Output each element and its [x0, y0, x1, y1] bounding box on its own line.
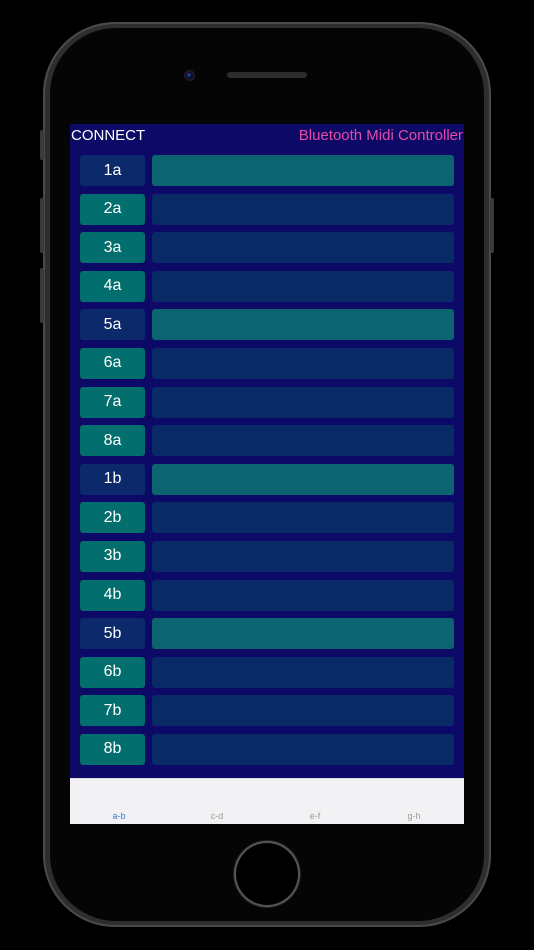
channel-button-2b[interactable]: 2b: [80, 502, 145, 534]
volume-up-button: [40, 198, 44, 253]
channel-button-3a[interactable]: 3a: [80, 232, 145, 264]
app-title: Bluetooth Midi Controller: [298, 127, 463, 144]
volume-down-button: [40, 268, 44, 323]
control-slider-7a[interactable]: [152, 386, 454, 418]
control-slider-2b[interactable]: [152, 502, 454, 534]
channel-button-1b[interactable]: 1b: [80, 463, 145, 495]
channel-button-6b[interactable]: 6b: [80, 656, 145, 688]
control-slider-1a[interactable]: [152, 155, 454, 186]
control-slider-7b[interactable]: [152, 695, 454, 727]
channel-button-4a[interactable]: 4a: [80, 270, 145, 302]
control-slider-4b[interactable]: [152, 579, 454, 611]
power-button: [490, 198, 494, 253]
tab-e-f[interactable]: e-f: [285, 811, 345, 821]
control-slider-8b[interactable]: [152, 733, 454, 765]
control-slider-1b[interactable]: [152, 463, 454, 495]
channel-button-8b[interactable]: 8b: [80, 733, 145, 765]
tab-a-b[interactable]: a-b: [89, 811, 149, 821]
tab-g-h[interactable]: g-h: [384, 811, 444, 821]
channel-button-7b[interactable]: 7b: [80, 695, 145, 727]
channel-button-3b[interactable]: 3b: [80, 540, 145, 572]
control-slider-5a[interactable]: [152, 309, 454, 341]
control-slider-3b[interactable]: [152, 540, 454, 572]
channel-button-5b[interactable]: 5b: [80, 618, 145, 650]
channel-button-8a[interactable]: 8a: [80, 425, 145, 457]
app-screen: CONNECT Bluetooth Midi Controller 1a 2a 3a…: [70, 124, 464, 824]
control-slider-3a[interactable]: [152, 232, 454, 264]
tab-bar: a-b c-d e-f g-h: [70, 778, 464, 824]
channel-button-7a[interactable]: 7a: [80, 386, 145, 418]
front-camera: [184, 70, 195, 81]
control-slider-8a[interactable]: [152, 425, 454, 457]
control-slider-6b[interactable]: [152, 656, 454, 688]
control-slider-2a[interactable]: [152, 193, 454, 225]
connect-button[interactable]: CONNECT: [71, 127, 145, 144]
channel-button-1a[interactable]: 1a: [80, 155, 145, 186]
channel-button-4b[interactable]: 4b: [80, 579, 145, 611]
control-slider-6a[interactable]: [152, 347, 454, 379]
channel-button-2a[interactable]: 2a: [80, 193, 145, 225]
mute-switch: [40, 130, 44, 160]
channel-button-6a[interactable]: 6a: [80, 347, 145, 379]
control-slider-4a[interactable]: [152, 270, 454, 302]
top-bar: CONNECT Bluetooth Midi Controller: [70, 124, 464, 146]
tab-c-d[interactable]: c-d: [187, 811, 247, 821]
channel-button-5a[interactable]: 5a: [80, 309, 145, 341]
home-button[interactable]: [236, 843, 298, 905]
control-slider-5b[interactable]: [152, 618, 454, 650]
earpiece-speaker: [227, 72, 307, 78]
